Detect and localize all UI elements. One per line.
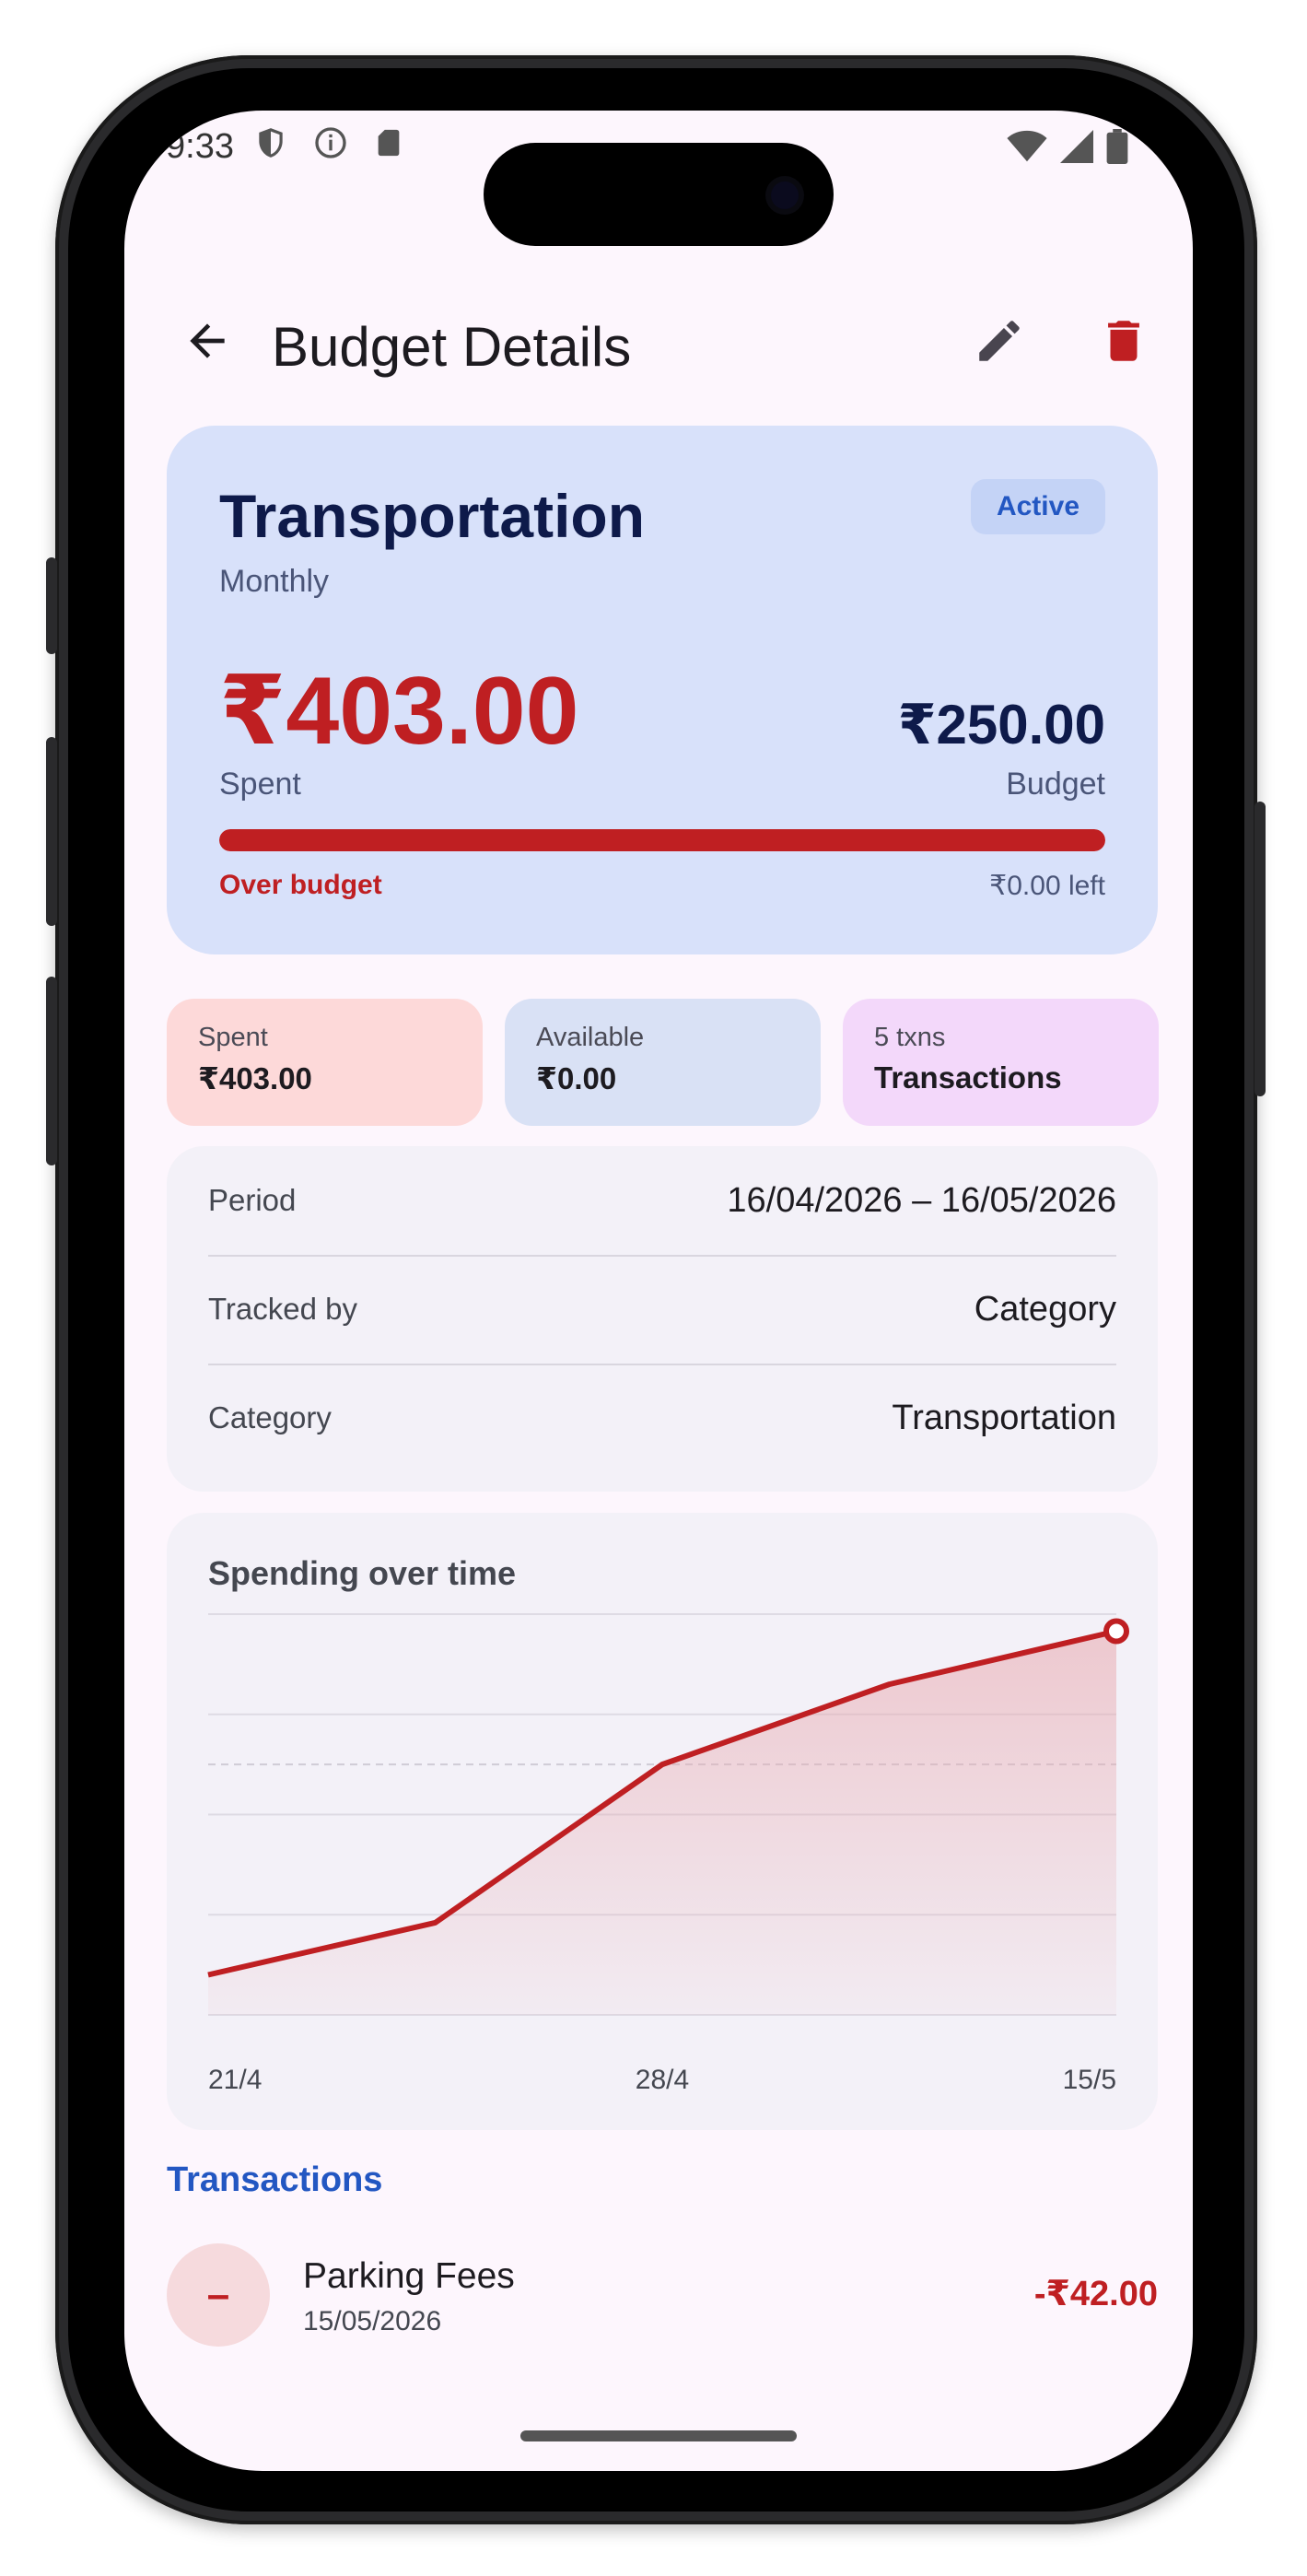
over-budget-label: Over budget (219, 870, 382, 900)
detail-row-period: Period 16/04/2026 – 16/05/2026 (208, 1146, 1116, 1255)
chip-value: Transactions (874, 1060, 1062, 1095)
x-tick-label: 15/5 (1063, 2065, 1116, 2095)
phone-volume-up-button (46, 737, 57, 926)
available-chip: Available ₹0.00 (505, 999, 821, 1126)
budget-label: Budget (1006, 767, 1105, 802)
chip-label: 5 txns (874, 1023, 946, 1052)
wifi-icon (1007, 130, 1047, 162)
home-indicator (520, 2430, 797, 2441)
pencil-icon (979, 321, 1020, 361)
series-area (208, 1631, 1116, 2015)
dynamic-island (484, 143, 834, 246)
delete-button[interactable] (1082, 299, 1165, 382)
info-icon (315, 127, 346, 158)
transactions-header: Transactions (167, 2160, 383, 2199)
spending-chart: 21/4 28/4 15/5 (207, 1613, 1129, 2095)
spent-amount: ₹403.00 (219, 658, 579, 765)
chip-value: ₹0.00 (536, 1061, 617, 1095)
battery-icon (1106, 129, 1128, 164)
budget-progress-fill (219, 829, 1105, 851)
status-time: 9:33 (166, 127, 234, 166)
budget-progress-bar (219, 829, 1105, 851)
budget-details-card: Period 16/04/2026 – 16/05/2026 Tracked b… (167, 1146, 1158, 1492)
shield-icon (259, 128, 283, 158)
phone-power-button (1254, 802, 1266, 1096)
budget-amount: ₹250.00 (897, 694, 1105, 755)
chip-value: ₹403.00 (198, 1061, 312, 1095)
x-tick-label: 21/4 (208, 2065, 262, 2095)
status-icons-right (1007, 129, 1128, 164)
detail-row-category: Category Transportation (208, 1364, 1116, 1472)
transaction-amount: -₹42.00 (1033, 2275, 1158, 2313)
detail-label: Category (208, 1400, 332, 1434)
edit-button[interactable] (958, 299, 1041, 382)
budget-summary-card: Transportation Monthly Active ₹403.00 Sp… (167, 426, 1158, 954)
chip-label: Available (536, 1023, 645, 1052)
detail-value: 16/04/2026 – 16/05/2026 (727, 1180, 1116, 1220)
camera-icon (771, 181, 799, 209)
spent-chip: Spent ₹403.00 (167, 999, 483, 1126)
spent-label: Spent (219, 767, 301, 802)
back-button[interactable] (166, 299, 249, 382)
trash-icon (1108, 321, 1139, 361)
transaction-name: Parking Fees (303, 2256, 515, 2296)
phone-action-button (46, 557, 57, 654)
phone-volume-down-button (46, 977, 57, 1165)
arrow-back-icon (190, 323, 225, 358)
detail-value: Category (974, 1289, 1116, 1329)
spending-chart-card: Spending over time 21/4 28/4 15/5 (167, 1513, 1158, 2130)
status-icons-left (253, 124, 404, 161)
top-app-bar: Budget Details (124, 267, 1193, 415)
minus-icon: – (167, 2243, 270, 2347)
x-tick-label: 28/4 (636, 2065, 689, 2095)
detail-row-tracked-by: Tracked by Category (208, 1255, 1116, 1364)
detail-value: Transportation (892, 1398, 1116, 1437)
budget-name: Transportation (219, 482, 646, 550)
detail-label: Tracked by (208, 1292, 358, 1326)
transaction-date: 15/05/2026 (303, 2306, 442, 2336)
page-title: Budget Details (272, 316, 632, 378)
app-screen: 9:33 Budget Details Transportation Month… (124, 111, 1193, 2471)
transactions-chip[interactable]: 5 txns Transactions (843, 999, 1159, 1126)
status-badge: Active (970, 479, 1105, 534)
cellular-signal-icon (1060, 130, 1093, 163)
detail-label: Period (208, 1183, 297, 1217)
chip-label: Spent (198, 1023, 268, 1052)
sd-card-icon (378, 129, 400, 157)
remaining-label: ₹0.00 left (989, 871, 1105, 901)
transaction-item[interactable]: – Parking Fees 15/05/2026 -₹42.00 (167, 2243, 1158, 2349)
data-point-last (1103, 1618, 1129, 1645)
budget-period-type: Monthly (219, 564, 330, 599)
